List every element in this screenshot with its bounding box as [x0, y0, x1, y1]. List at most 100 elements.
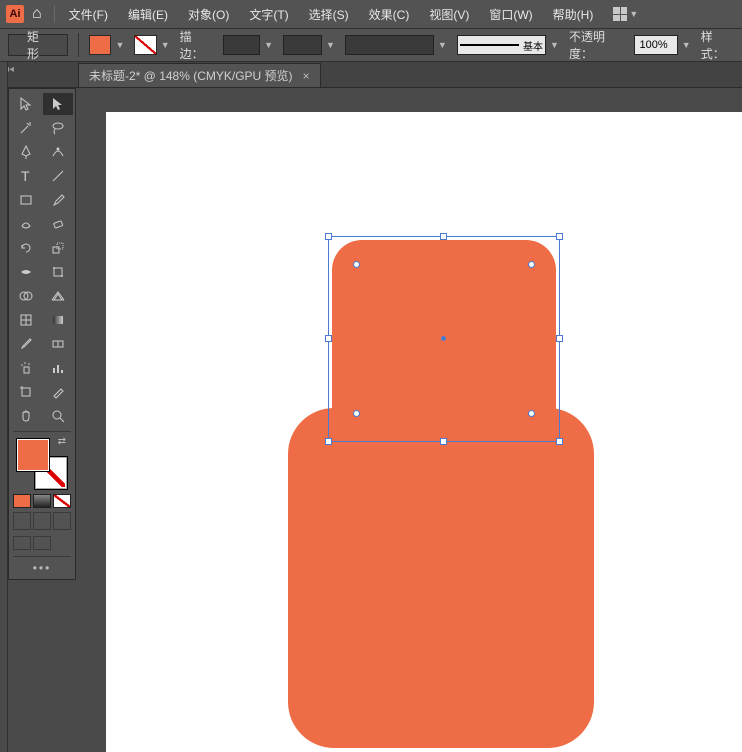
artboard[interactable]	[106, 112, 742, 752]
brush-style-label: 基本	[523, 38, 543, 53]
artboard-tool[interactable]	[11, 381, 41, 403]
zoom-tool[interactable]	[43, 405, 73, 427]
menu-file[interactable]: 文件(F)	[63, 4, 114, 25]
width-tool[interactable]	[11, 261, 41, 283]
rectangle-tool[interactable]	[11, 189, 41, 211]
menu-view[interactable]: 视图(V)	[423, 4, 475, 25]
rounded-rectangle-large[interactable]	[288, 408, 594, 748]
menu-effect[interactable]: 效果(C)	[363, 4, 416, 25]
type-tool[interactable]: T	[11, 165, 41, 187]
brush-definition[interactable]: 基本	[457, 35, 546, 55]
menu-edit[interactable]: 编辑(E)	[122, 4, 174, 25]
edit-toolbar-button[interactable]: •••	[11, 561, 73, 575]
document-tab-title: 未标题-2* @ 148% (CMYK/GPU 预览)	[89, 67, 293, 84]
scale-tool[interactable]	[43, 237, 73, 259]
hand-tool[interactable]	[11, 405, 41, 427]
column-graph-tool[interactable]	[43, 357, 73, 379]
rotate-tool[interactable]	[11, 237, 41, 259]
mesh-tool[interactable]	[11, 309, 41, 331]
draw-normal[interactable]	[13, 512, 31, 530]
chevron-down-icon[interactable]: ▼	[161, 40, 170, 50]
chevron-down-icon[interactable]: ▼	[326, 40, 335, 50]
slice-tool[interactable]	[43, 381, 73, 403]
separator	[54, 5, 55, 23]
menu-window[interactable]: 窗口(W)	[483, 4, 538, 25]
lasso-tool[interactable]	[43, 117, 73, 139]
color-mode-none[interactable]	[53, 494, 71, 508]
color-mode-solid[interactable]	[13, 494, 31, 508]
fill-swatch[interactable]	[89, 35, 111, 55]
paintbrush-tool[interactable]	[43, 189, 73, 211]
menu-object[interactable]: 对象(O)	[182, 4, 235, 25]
svg-text:T: T	[21, 168, 30, 184]
fill-stroke-control[interactable]: ⇄	[16, 438, 68, 490]
corner-radius-handle[interactable]	[528, 410, 535, 417]
chevron-down-icon[interactable]: ▼	[264, 40, 273, 50]
free-transform-tool[interactable]	[43, 261, 73, 283]
arrange-documents-button[interactable]: ▼	[613, 7, 638, 21]
stroke-weight-field[interactable]	[223, 35, 260, 55]
resize-handle[interactable]	[556, 233, 563, 240]
resize-handle[interactable]	[325, 233, 332, 240]
options-bar: 矩形 ▼ ▼ 描边： ▼ ▼ ▼ 基本 ▼ 不透明度： 100% ▼ 样式：	[0, 28, 742, 62]
chevron-down-icon: ▼	[629, 9, 638, 19]
selection-bounding-box[interactable]	[328, 236, 560, 442]
chevron-down-icon[interactable]: ▼	[550, 40, 559, 50]
screen-mode-button[interactable]	[13, 536, 31, 550]
corner-radius-handle[interactable]	[353, 261, 360, 268]
menu-help[interactable]: 帮助(H)	[547, 4, 600, 25]
line-segment-tool[interactable]	[43, 165, 73, 187]
shape-builder-tool[interactable]	[11, 285, 41, 307]
perspective-grid-tool[interactable]	[43, 285, 73, 307]
corner-radius-handle[interactable]	[528, 261, 535, 268]
arrange-icon	[613, 7, 627, 21]
curvature-tool[interactable]	[43, 141, 73, 163]
resize-handle[interactable]	[556, 335, 563, 342]
style-label: 样式：	[701, 28, 734, 62]
divider	[13, 556, 71, 557]
opacity-field[interactable]: 100%	[634, 35, 677, 55]
stroke-type-dropdown[interactable]	[283, 35, 322, 55]
selection-tool[interactable]	[11, 93, 41, 115]
draw-behind[interactable]	[33, 512, 51, 530]
pen-tool[interactable]	[11, 141, 41, 163]
resize-handle[interactable]	[440, 233, 447, 240]
chevron-down-icon[interactable]: ▼	[682, 40, 691, 50]
magic-wand-tool[interactable]	[11, 117, 41, 139]
menu-select[interactable]: 选择(S)	[303, 4, 355, 25]
resize-handle[interactable]	[556, 438, 563, 445]
color-mode-gradient[interactable]	[33, 494, 51, 508]
menu-type[interactable]: 文字(T)	[243, 4, 294, 25]
variable-width-profile[interactable]	[345, 35, 434, 55]
divider	[13, 431, 71, 432]
document-tab-bar: ◂◂ 未标题-2* @ 148% (CMYK/GPU 预览) ×	[0, 62, 742, 88]
corner-radius-handle[interactable]	[353, 410, 360, 417]
resize-handle[interactable]	[440, 438, 447, 445]
panel-strip	[0, 62, 8, 752]
shaper-tool[interactable]	[11, 213, 41, 235]
direct-selection-tool[interactable]	[43, 93, 73, 115]
draw-mode-row	[13, 512, 71, 530]
center-point[interactable]	[441, 336, 446, 341]
blend-tool[interactable]	[43, 333, 73, 355]
resize-handle[interactable]	[325, 438, 332, 445]
document-tab[interactable]: 未标题-2* @ 148% (CMYK/GPU 预览) ×	[78, 63, 321, 87]
opacity-label: 不透明度：	[569, 28, 625, 62]
eyedropper-tool[interactable]	[11, 333, 41, 355]
swap-fill-stroke-icon[interactable]: ⇄	[58, 436, 66, 447]
symbol-sprayer-tool[interactable]	[11, 357, 41, 379]
chevron-down-icon[interactable]: ▼	[438, 40, 447, 50]
stroke-swatch[interactable]	[134, 35, 156, 55]
screen-mode-button[interactable]	[33, 536, 51, 550]
color-mode-row	[13, 494, 71, 508]
chevron-down-icon[interactable]: ▼	[115, 40, 124, 50]
canvas-area[interactable]	[76, 88, 742, 752]
home-icon[interactable]: ⌂	[32, 5, 42, 23]
resize-handle[interactable]	[325, 335, 332, 342]
app-logo: Ai	[6, 5, 24, 23]
gradient-tool[interactable]	[43, 309, 73, 331]
draw-inside[interactable]	[53, 512, 71, 530]
eraser-tool[interactable]	[43, 213, 73, 235]
fill-color-swatch[interactable]	[16, 438, 50, 472]
close-tab-button[interactable]: ×	[303, 69, 310, 83]
